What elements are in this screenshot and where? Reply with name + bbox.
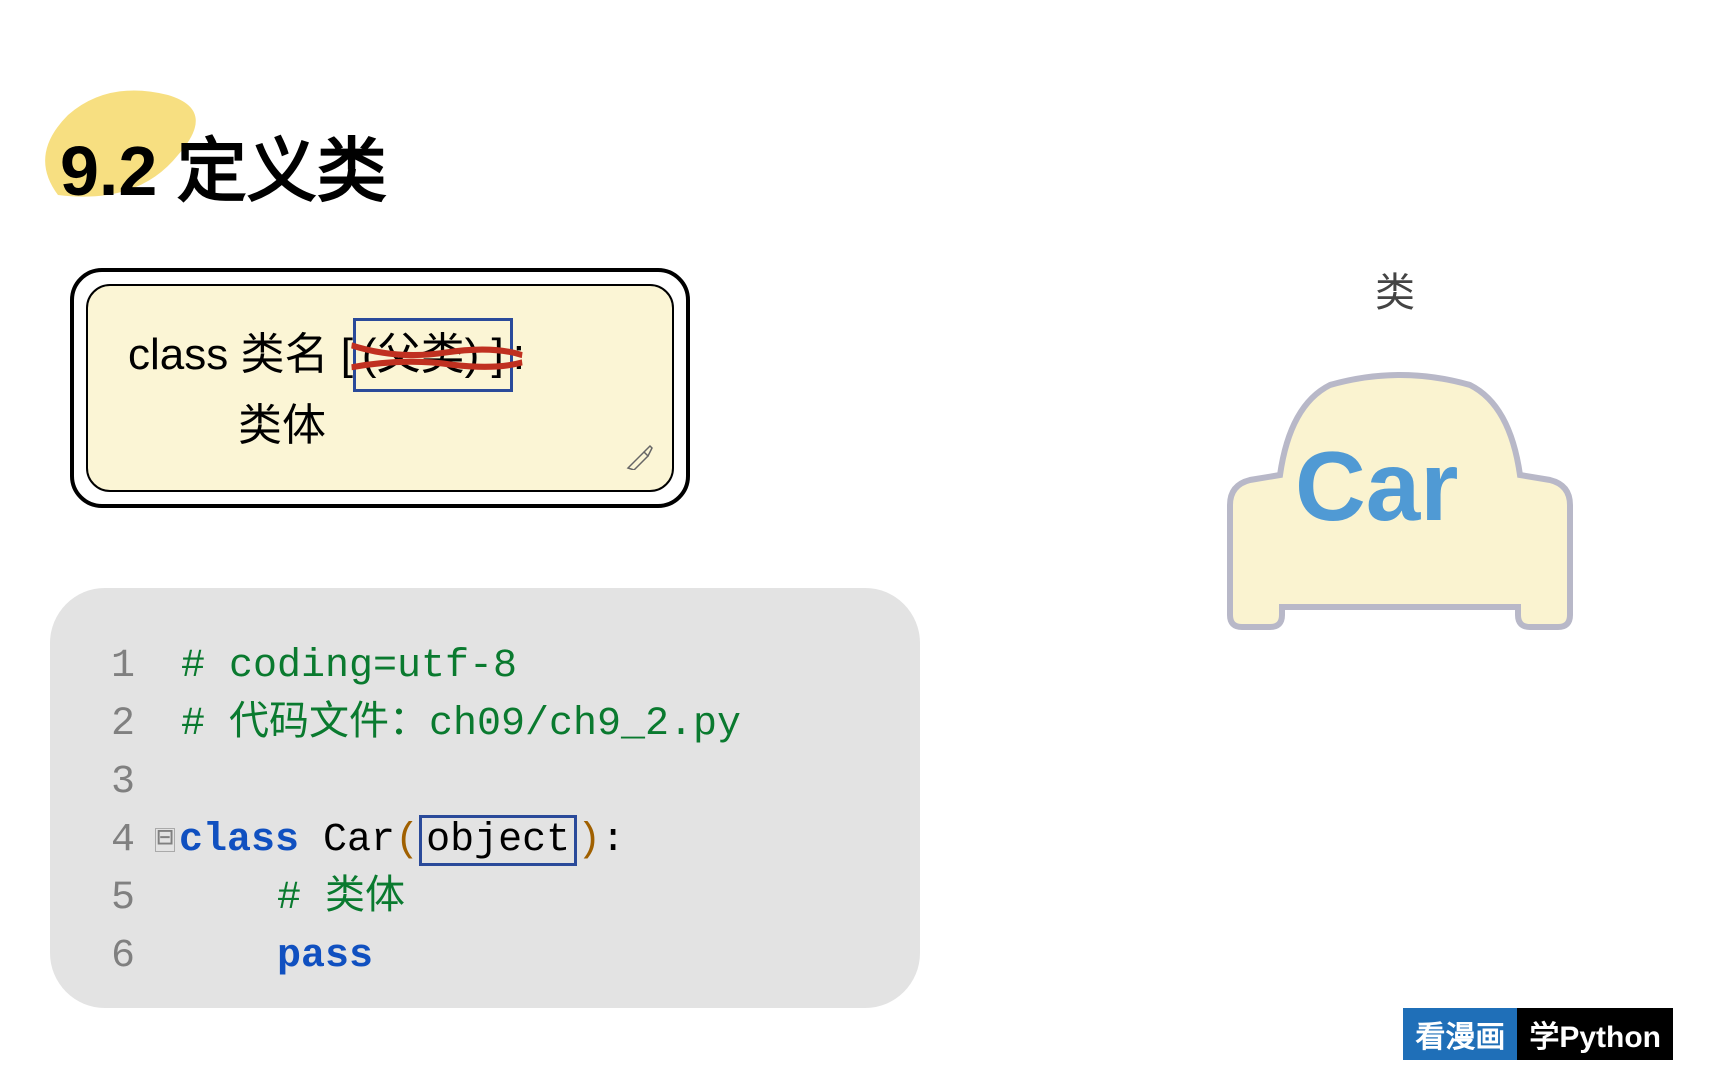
strikethrough-icon: [350, 321, 524, 389]
code-line: 4⊟class Car(object):: [80, 812, 900, 870]
watermark-left: 看漫画: [1403, 1008, 1517, 1060]
code-line: 2# 代码文件：ch09/ch9_2.py: [80, 696, 900, 754]
syntax-parent-box: (父类) ]: [353, 318, 513, 392]
syntax-box: class 类名 [(父类) ] : 类体: [70, 268, 690, 508]
watermark: 看漫画 学Python: [1403, 1008, 1673, 1060]
syntax-box-inner: class 类名 [(父类) ] : 类体: [86, 284, 674, 492]
code-line: 5 # 类体: [80, 870, 900, 928]
code-line: 1# coding=utf-8: [80, 638, 900, 696]
code-line: 6 pass: [80, 928, 900, 986]
watermark-right: 学Python: [1517, 1008, 1673, 1060]
syntax-line-1: class 类名 [(父类) ] :: [128, 318, 632, 392]
syntax-prefix: class 类名 [: [128, 330, 353, 379]
car-class-name: Car: [1295, 430, 1458, 543]
code-block: 1# coding=utf-82# 代码文件：ch09/ch9_2.py34⊟c…: [50, 588, 920, 1008]
syntax-line-2: 类体: [128, 392, 632, 460]
diagram-label: 类: [1375, 260, 1415, 318]
page-title: 9.2 定义类: [60, 115, 387, 216]
code-line: 3: [80, 754, 900, 812]
pen-cursor-icon: [626, 442, 654, 470]
